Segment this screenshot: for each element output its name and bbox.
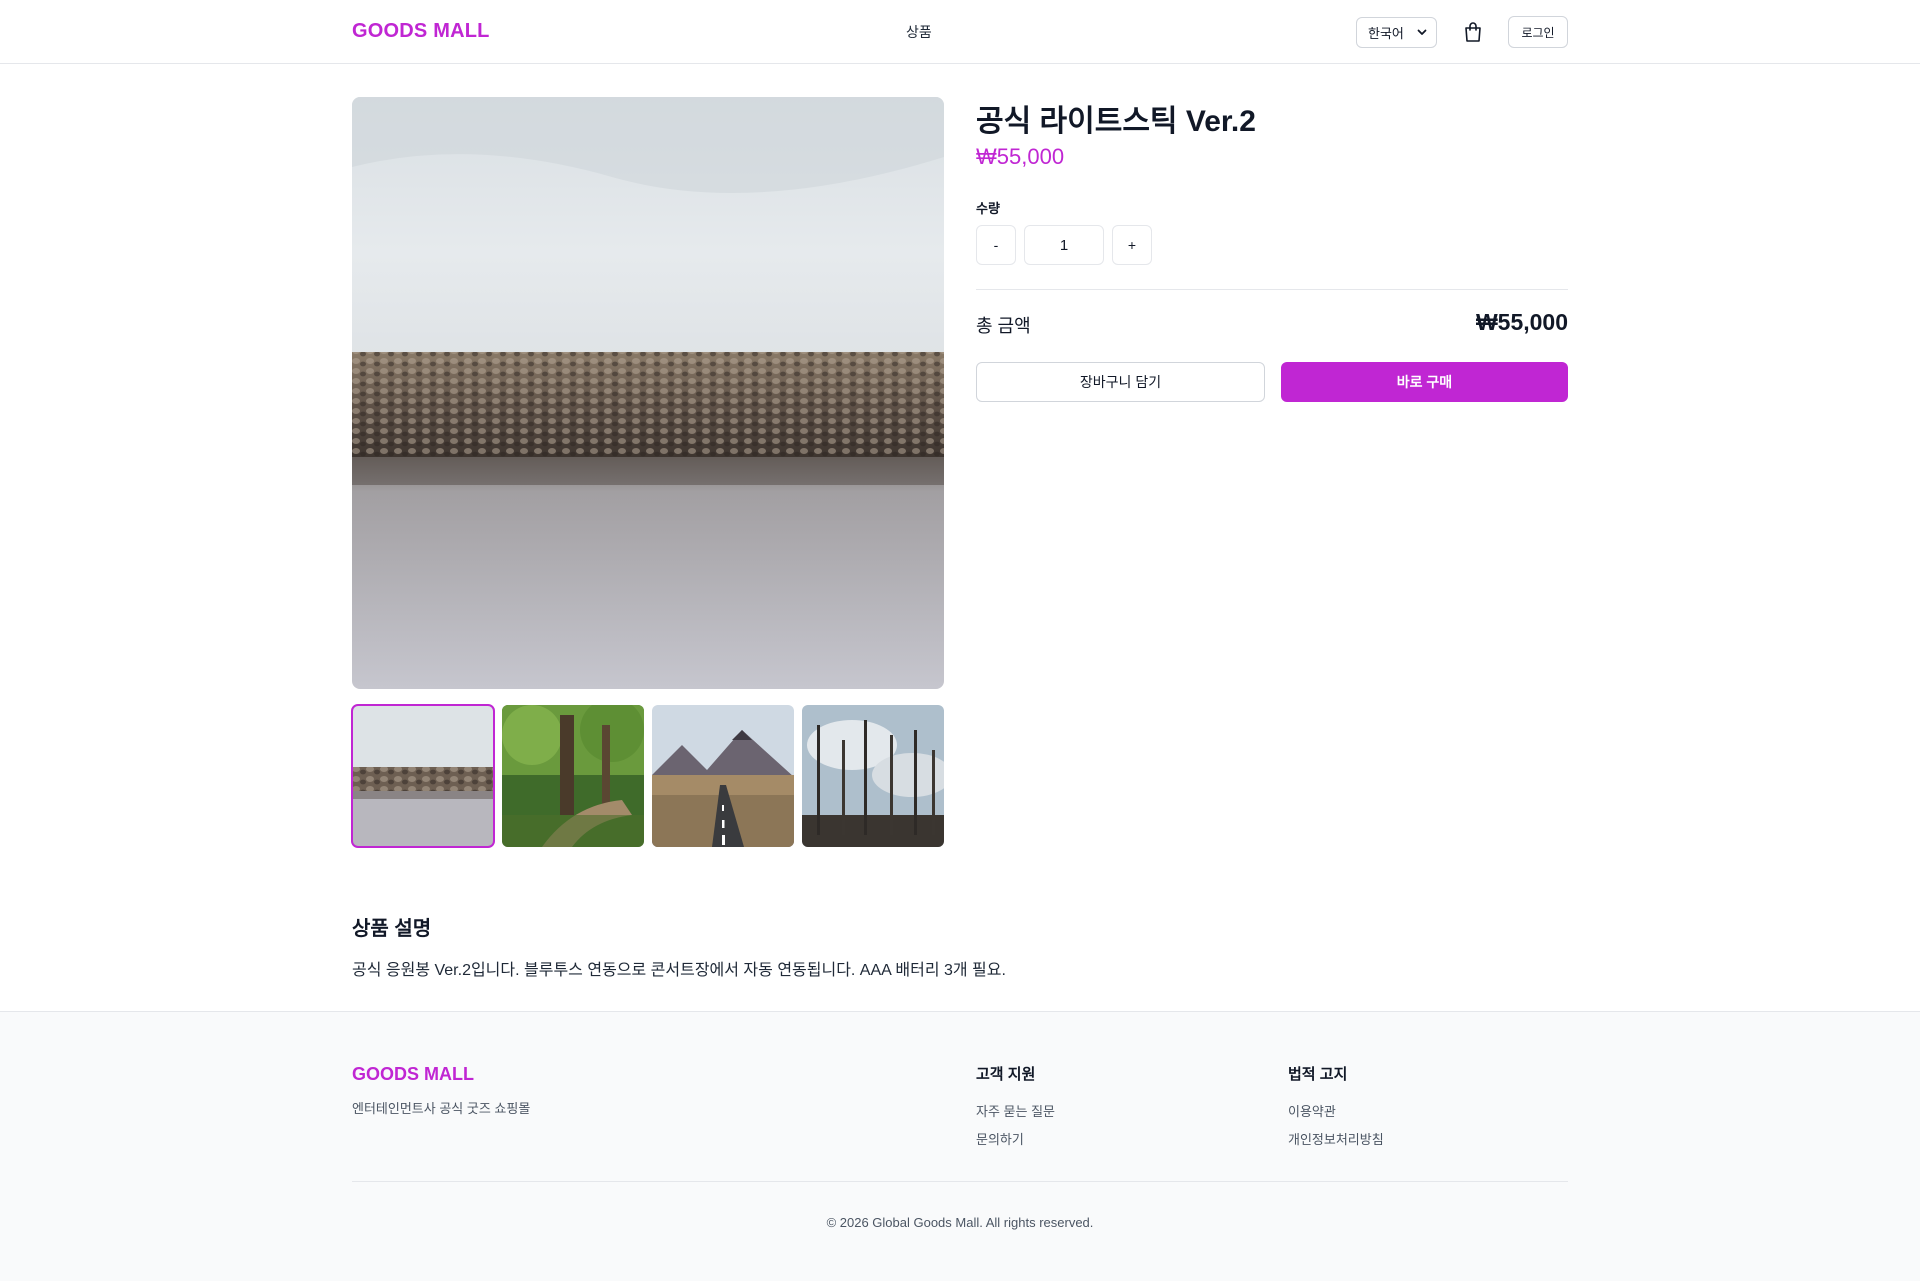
product-title: 공식 라이트스틱 Ver.2 <box>976 105 1256 138</box>
footer-divider <box>352 1181 1568 1182</box>
language-select[interactable]: 한국어 <box>1356 17 1437 48</box>
add-to-cart-button[interactable]: 장바구니 담기 <box>976 362 1265 402</box>
footer-legal-title: 법적 고지 <box>1288 1066 1348 1083</box>
product-main-image <box>352 97 944 689</box>
login-button[interactable]: 로그인 <box>1508 16 1568 48</box>
footer-link-privacy[interactable]: 개인정보처리방침 <box>1288 1129 1384 1148</box>
footer-link-faq[interactable]: 자주 묻는 질문 <box>976 1101 1055 1120</box>
site-header: GOODS MALL 상품 한국어 로그인 <box>0 0 1920 64</box>
thumbnail-2[interactable] <box>502 705 644 847</box>
quantity-decrement-button[interactable]: - <box>976 225 1016 265</box>
nav-products-link[interactable]: 상품 <box>906 22 932 42</box>
divider <box>976 289 1568 290</box>
buy-now-button[interactable]: 바로 구매 <box>1281 362 1568 402</box>
product-price: ₩55,000 <box>976 144 1065 169</box>
quantity-input[interactable]: 1 <box>1024 225 1104 265</box>
footer-link-terms[interactable]: 이용약관 <box>1288 1101 1336 1120</box>
site-logo[interactable]: GOODS MALL <box>352 20 490 43</box>
footer-tagline: 엔터테인먼트사 공식 굿즈 쇼핑몰 <box>352 1101 531 1116</box>
thumbnail-3[interactable] <box>652 705 794 847</box>
copyright-text: © 2026 Global Goods Mall. All rights res… <box>826 1215 1094 1230</box>
footer-link-contact[interactable]: 문의하기 <box>976 1129 1024 1148</box>
site-footer: GOODS MALL 엔터테인먼트사 공식 굿즈 쇼핑몰 고객 지원 자주 묻는… <box>0 1011 1920 1281</box>
quantity-increment-button[interactable]: + <box>1112 225 1152 265</box>
shopping-bag-icon[interactable] <box>1463 21 1483 43</box>
footer-logo[interactable]: GOODS MALL <box>352 1064 474 1085</box>
language-select-value: 한국어 <box>1368 26 1404 41</box>
chevron-down-icon <box>1417 29 1427 35</box>
total-label: 총 금액 <box>976 316 1031 336</box>
description-text: 공식 응원봉 Ver.2입니다. 블루투스 연동으로 콘서트장에서 자동 연동됩… <box>352 962 1006 979</box>
description-heading: 상품 설명 <box>352 918 432 940</box>
quantity-label: 수량 <box>976 201 1000 216</box>
total-value: ₩55,000 <box>1475 309 1568 335</box>
footer-support-title: 고객 지원 <box>976 1066 1036 1083</box>
thumbnail-1[interactable] <box>351 704 495 848</box>
thumbnail-4[interactable] <box>802 705 944 847</box>
